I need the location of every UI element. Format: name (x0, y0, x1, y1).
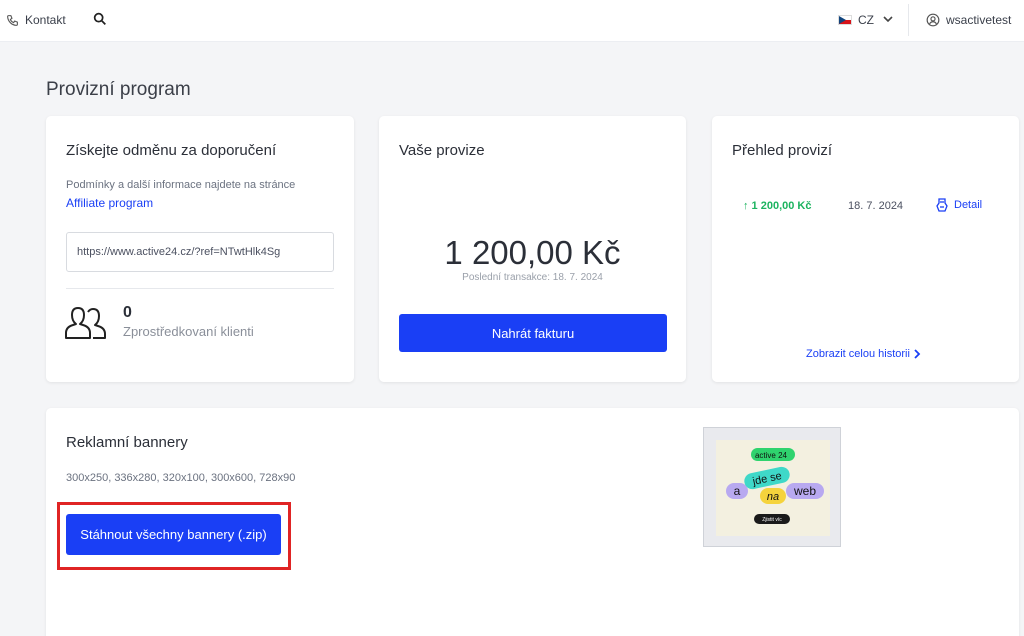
overview-date: 18. 7. 2024 (848, 200, 904, 212)
banner-preview[interactable]: active 24 a jde se na web Zjistit víc (703, 427, 841, 547)
list-item: ↑ 1 200,00 Kč 18. 7. 2024 Detail (712, 198, 1019, 214)
upload-invoice-button[interactable]: Nahrát fakturu (399, 314, 667, 352)
last-transaction: Poslední transakce: 18. 7. 2024 (462, 272, 603, 283)
banner-artwork: active 24 a jde se na web Zjistit víc (726, 448, 824, 524)
users-icon (65, 307, 106, 339)
contact-link[interactable]: Kontakt (6, 12, 66, 28)
topbar-divider (908, 4, 909, 36)
banner-cta: Zjistit víc (762, 517, 782, 523)
referral-url-field[interactable] (66, 232, 334, 272)
banner-image: active 24 a jde se na web Zjistit víc (716, 440, 830, 536)
page-title: Provizní program (46, 79, 191, 100)
referred-count: 0 (123, 304, 132, 321)
download-banners-button[interactable]: Stáhnout všechny bannery (.zip) (66, 514, 281, 555)
detail-label: Detail (954, 199, 983, 211)
top-bar: Kontakt CZ wsactivetest (0, 0, 1024, 42)
chevron-right-icon (914, 349, 921, 359)
banner-sizes: 300x250, 336x280, 320x100, 300x600, 728x… (66, 472, 296, 484)
banners-card: Reklamní bannery 300x250, 336x280, 320x1… (46, 408, 1019, 636)
search-icon[interactable] (92, 11, 108, 27)
overview-title: Přehled provizí (732, 142, 833, 159)
commission-title: Vaše provize (399, 142, 485, 159)
phone-icon (7, 14, 18, 26)
commission-overview-card: Přehled provizí ↑ 1 200,00 Kč 18. 7. 202… (712, 116, 1019, 382)
invoice-icon (936, 198, 948, 212)
language-label: CZ (858, 13, 874, 27)
user-name: wsactivetest (946, 13, 1012, 27)
full-history-link[interactable]: Zobrazit celou historii (806, 348, 921, 360)
banner-word-na: na (767, 491, 779, 503)
commission-amount: 1 200,00 Kč (444, 234, 621, 271)
banner-badge: active 24 (755, 451, 788, 460)
chevron-down-icon (883, 16, 893, 23)
user-circle-icon (926, 13, 940, 27)
banner-word-web: web (793, 484, 816, 498)
banners-title: Reklamní bannery (66, 434, 188, 451)
banner-word-a: a (734, 484, 741, 498)
history-label: Zobrazit celou historii (806, 348, 910, 360)
referred-count-label: Zprostředkovaní klienti (123, 324, 254, 339)
contact-label: Kontakt (25, 13, 66, 27)
flag-cz-icon (838, 15, 852, 25)
affiliate-program-link[interactable]: Affiliate program (66, 196, 153, 210)
commission-card: Vaše provize 1 200,00 Kč Poslední transa… (379, 116, 686, 382)
language-selector[interactable]: CZ (838, 12, 896, 28)
referral-card: Získejte odměnu za doporučení Podmínky a… (46, 116, 354, 382)
referral-divider (66, 288, 334, 289)
referral-title: Získejte odměnu za doporučení (66, 142, 277, 159)
user-menu[interactable]: wsactivetest (926, 12, 1011, 28)
overview-amount: ↑ 1 200,00 Kč (743, 200, 812, 212)
detail-link[interactable]: Detail (936, 198, 982, 212)
referral-info: Podmínky a další informace najdete na st… (66, 179, 296, 191)
